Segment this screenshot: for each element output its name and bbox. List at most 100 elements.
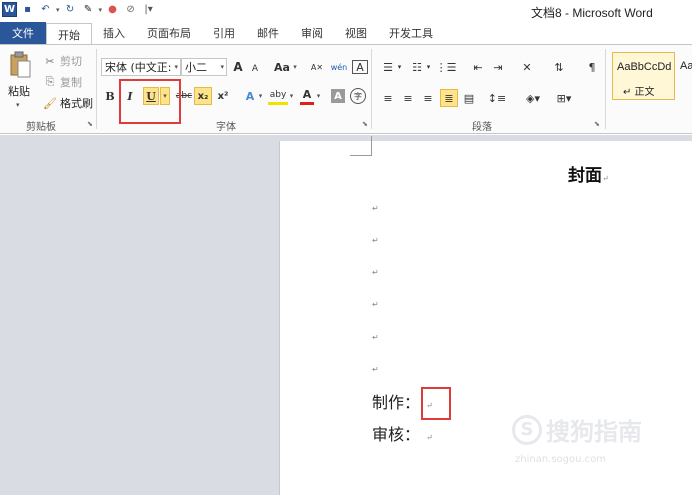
reviewed-by-line[interactable]: 审核： ↵ xyxy=(372,421,433,445)
subscript-button[interactable]: x₂ xyxy=(194,87,212,105)
asian-layout-icon[interactable]: ✕ xyxy=(518,58,536,76)
shading-icon[interactable]: ◈▾ xyxy=(522,89,544,107)
bullets-dropdown-icon[interactable]: ▾ xyxy=(396,58,403,76)
multilevel-list-icon[interactable]: ⋮☰ xyxy=(436,58,457,76)
phonetic-guide-button[interactable]: wén xyxy=(328,58,350,76)
window-title: 文档8 - Microsoft Word xyxy=(531,6,653,20)
cut-button[interactable]: ✂ 剪切 xyxy=(43,53,82,69)
undo-dropdown-icon[interactable]: ▾ xyxy=(56,6,60,14)
redo-icon[interactable]: ↻ xyxy=(63,2,78,17)
draw-icon[interactable]: ⊘ xyxy=(123,2,138,17)
numbering-icon[interactable]: ☷ xyxy=(409,58,425,76)
enclose-characters-button[interactable]: 字 xyxy=(350,88,366,104)
paste-button[interactable]: 粘贴 xyxy=(8,83,30,99)
distributed-icon[interactable]: ▤ xyxy=(461,89,477,107)
font-name-select[interactable]: 宋体 (中文正: ▾ xyxy=(101,58,181,76)
font-color-dropdown-icon[interactable]: ▾ xyxy=(315,87,322,105)
underline-highlight-box xyxy=(119,79,181,124)
color-icon[interactable]: ● xyxy=(105,2,120,17)
word-app-icon[interactable]: W xyxy=(2,2,17,17)
customize-qat-icon[interactable]: |▾ xyxy=(141,2,156,17)
align-left-icon[interactable]: ≡ xyxy=(380,89,396,107)
watermark: S 搜狗指南 xyxy=(512,412,642,447)
chevron-down-icon: ▾ xyxy=(220,63,224,71)
font-size-select[interactable]: 小二 ▾ xyxy=(181,58,227,76)
character-shading-button[interactable]: A xyxy=(331,89,345,103)
style-normal-sample: AaBbCcDd xyxy=(617,61,672,73)
paragraph-launcher-icon[interactable]: ⬊ xyxy=(594,120,600,128)
show-marks-icon[interactable]: ¶ xyxy=(585,58,599,76)
tab-developer[interactable]: 开发工具 xyxy=(378,22,444,44)
style-normal[interactable]: AaBbCcDd ↵ 正文 xyxy=(612,52,675,100)
text-effects-dropdown-icon[interactable]: ▾ xyxy=(257,87,264,105)
watermark-url: zhinan.sogou.com xyxy=(515,454,607,465)
highlight-dropdown-icon[interactable]: ▾ xyxy=(288,87,295,105)
chevron-down-icon: ▾ xyxy=(174,63,178,71)
font-group-label: 字体 xyxy=(216,122,236,133)
character-border-button[interactable]: A xyxy=(352,60,368,74)
style-next-sample: Aa xyxy=(680,60,692,72)
group-divider xyxy=(605,49,606,129)
bold-button[interactable]: B xyxy=(103,87,117,105)
grow-font-button[interactable]: A xyxy=(231,58,245,76)
style-next[interactable]: Aa xyxy=(678,52,692,100)
tab-mailings[interactable]: 邮件 xyxy=(246,22,290,44)
paragraph-group-label: 段落 xyxy=(472,122,492,133)
increase-indent-icon[interactable]: ⇥ xyxy=(490,58,506,76)
document-title[interactable]: 封面↵ xyxy=(568,161,609,186)
cut-label: 剪切 xyxy=(60,55,82,68)
align-center-icon[interactable]: ≡ xyxy=(400,89,416,107)
superscript-button[interactable]: x² xyxy=(215,87,231,105)
borders-icon[interactable]: ⊞▾ xyxy=(552,89,576,107)
change-case-button[interactable]: Aa xyxy=(272,58,292,76)
shrink-font-button[interactable]: A xyxy=(249,60,261,78)
tab-references[interactable]: 引用 xyxy=(202,22,246,44)
tab-home[interactable]: 开始 xyxy=(46,23,92,45)
paragraph-mark: ↵ xyxy=(372,333,379,342)
save-icon[interactable]: ▪ xyxy=(20,2,35,17)
align-right-icon[interactable]: ≡ xyxy=(420,89,436,107)
format-painter-button[interactable]: 🖌 格式刷 xyxy=(43,95,93,111)
paragraph-mark: ↵ xyxy=(372,300,379,309)
paragraph-mark: ↵ xyxy=(372,268,379,277)
copy-button[interactable]: ⎘ 复制 xyxy=(43,74,82,90)
font-size-value: 小二 xyxy=(185,61,207,74)
paste-icon[interactable] xyxy=(9,51,31,79)
copy-icon: ⎘ xyxy=(45,75,55,88)
tab-insert[interactable]: 插入 xyxy=(92,22,136,44)
tab-page-layout[interactable]: 页面布局 xyxy=(136,22,202,44)
justify-icon[interactable]: ≣ xyxy=(440,89,458,107)
paragraph-mark: ↵ xyxy=(372,204,379,213)
style-normal-name: ↵ 正文 xyxy=(623,87,655,98)
sogou-logo-icon: S xyxy=(512,414,542,445)
decrease-indent-icon[interactable]: ⇤ xyxy=(470,58,486,76)
tab-review[interactable]: 审阅 xyxy=(290,22,334,44)
clipboard-launcher-icon[interactable]: ⬊ xyxy=(87,120,93,128)
bullets-icon[interactable]: ☰ xyxy=(380,58,396,76)
brush-icon: 🖌 xyxy=(43,96,57,110)
highlight-button[interactable]: aby xyxy=(268,87,288,105)
paste-dropdown-icon[interactable]: ▾ xyxy=(16,101,20,109)
text-effects-button[interactable]: A xyxy=(243,87,257,105)
font-name-value: 宋体 (中文正: xyxy=(105,61,172,74)
sort-icon[interactable]: ⇅ xyxy=(550,58,568,76)
copy-label: 复制 xyxy=(60,76,82,89)
title-bar: W ▪ ↶ ▾ ↻ ✎ ▾ ● ⊘ |▾ 文档8 - Microsoft Wor… xyxy=(0,0,692,22)
paragraph-mark: ↵ xyxy=(372,365,379,374)
undo-icon[interactable]: ↶ xyxy=(38,2,53,17)
clear-format-button[interactable]: A✕ xyxy=(308,58,326,76)
tab-view[interactable]: 视图 xyxy=(334,22,378,44)
font-launcher-icon[interactable]: ⬊ xyxy=(362,120,368,128)
tab-file[interactable]: 文件 xyxy=(0,22,46,44)
cursor-highlight-box xyxy=(421,387,451,420)
line-spacing-icon[interactable]: ↕≡ xyxy=(488,89,506,107)
numbering-dropdown-icon[interactable]: ▾ xyxy=(425,58,432,76)
change-case-dropdown-icon[interactable]: ▾ xyxy=(292,58,298,76)
font-color-button[interactable]: A xyxy=(300,87,314,105)
format-painter-qat-icon[interactable]: ✎ xyxy=(81,2,96,17)
ribbon-tabs: 文件 开始 插入 页面布局 引用 邮件 审阅 视图 开发工具 xyxy=(0,22,692,45)
format-painter-label: 格式刷 xyxy=(60,97,93,110)
ribbon: 粘贴 ▾ ✂ 剪切 ⎘ 复制 🖌 格式刷 剪贴板 ⬊ 宋体 (中文正: ▾ 小二… xyxy=(0,44,692,134)
paragraph-mark: ↵ xyxy=(372,236,379,245)
qat-dropdown-icon[interactable]: ▾ xyxy=(99,6,103,14)
